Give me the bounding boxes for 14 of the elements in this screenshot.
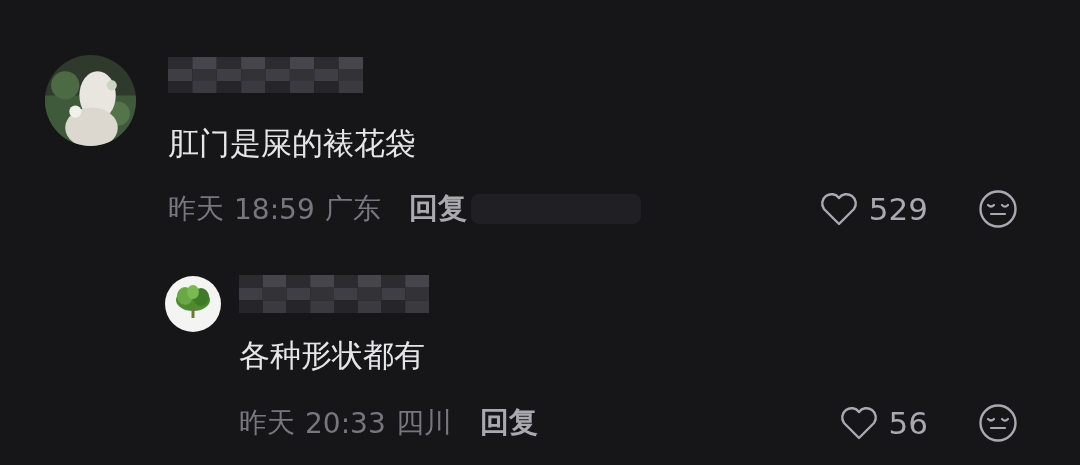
like-button[interactable]: 529 [818,191,928,227]
comment-location: 四川 [395,405,452,441]
expressionless-face-icon[interactable] [978,189,1018,229]
like-button[interactable]: 56 [838,405,928,441]
comment-text: 各种形状都有 [239,336,426,375]
expressionless-face-icon[interactable] [978,403,1018,443]
comment-text: 肛门是屎的裱花袋 [168,124,417,163]
comment-time: 18:59 [234,192,315,226]
comment-time: 20:33 [305,406,386,440]
comment-date: 昨天 [239,405,295,441]
comment-location: 广东 [324,191,381,227]
reply-link[interactable]: 回复 [479,403,538,443]
comment-date: 昨天 [168,191,224,227]
reply-link[interactable]: 回复 [408,189,467,229]
